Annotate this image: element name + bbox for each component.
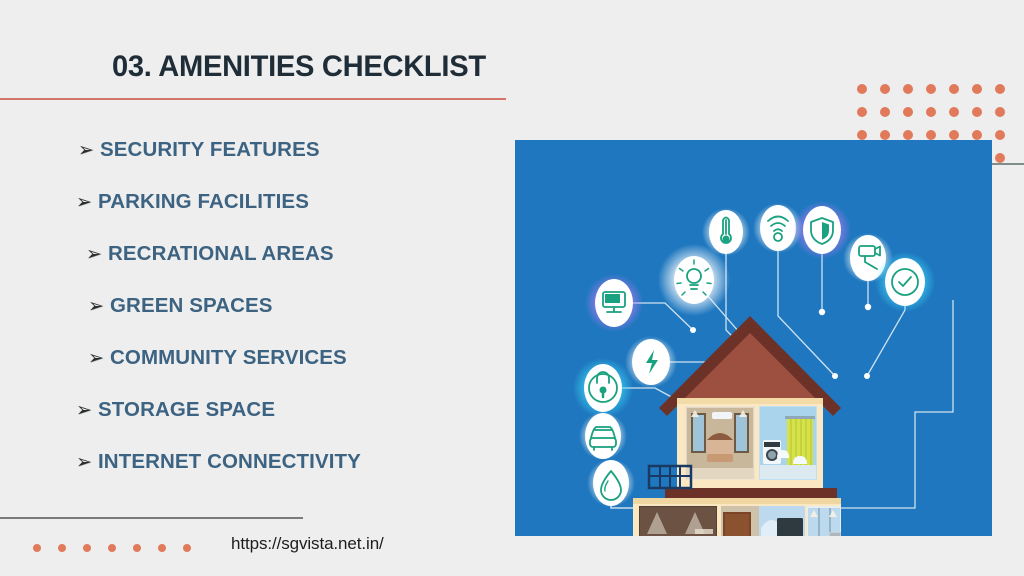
grid-dot [926,130,936,140]
title-divider [0,98,506,100]
grid-dot [926,84,936,94]
list-item-label: STORAGE SPACE [98,398,276,421]
bullet-arrow-icon: ➢ [86,243,102,265]
grid-dot [857,130,867,140]
list-item[interactable]: ➢ INTERNET CONNECTIVITY [0,436,500,488]
site-url-link[interactable]: https://sgvista.net.in/ [231,534,384,554]
list-item-label: SECURITY FEATURES [100,138,320,161]
footer-dot [108,544,116,552]
grid-dot [903,130,913,140]
right-accent-rule [992,163,1024,165]
amenities-checklist: ➢ SECURITY FEATURES ➢ PARKING FACILITIES… [0,124,500,488]
grid-dot [949,130,959,140]
footer-dot [83,544,91,552]
smart-home-illustration-panel [515,140,992,536]
bullet-arrow-icon: ➢ [76,191,92,213]
list-item[interactable]: ➢ GREEN SPACES [0,280,500,332]
list-item[interactable]: ➢ STORAGE SPACE [0,384,500,436]
bullet-arrow-icon: ➢ [76,451,92,473]
grid-dot [995,107,1005,117]
grid-dot [995,84,1005,94]
grid-dot [949,107,959,117]
list-item-label: PARKING FACILITIES [98,190,309,213]
grid-dot [995,130,1005,140]
footer-dot [33,544,41,552]
footer-dot-row [33,544,191,552]
footer-dot [183,544,191,552]
bullet-arrow-icon: ➢ [78,139,94,161]
page-title: 03. AMENITIES CHECKLIST [112,50,486,83]
grid-dot [949,84,959,94]
grid-dot [926,107,936,117]
list-item-label: RECRATIONAL AREAS [108,242,334,265]
grid-dot [972,107,982,117]
footer-dot [133,544,141,552]
grid-dot [880,130,890,140]
list-item[interactable]: ➢ PARKING FACILITIES [0,176,500,228]
grid-dot [880,107,890,117]
list-item-label: COMMUNITY SERVICES [110,346,347,369]
footer-dot [158,544,166,552]
grid-dot [972,130,982,140]
grid-dot [903,107,913,117]
list-item[interactable]: ➢ RECRATIONAL AREAS [0,228,500,280]
list-item[interactable]: ➢ SECURITY FEATURES [0,124,500,176]
footer-dot [58,544,66,552]
list-item[interactable]: ➢ COMMUNITY SERVICES [0,332,500,384]
grid-dot [903,84,913,94]
grid-dot [857,84,867,94]
grid-dot [995,153,1005,163]
list-item-label: GREEN SPACES [110,294,273,317]
bullet-arrow-icon: ➢ [76,399,92,421]
list-item-label: INTERNET CONNECTIVITY [98,450,361,473]
grid-dot [972,84,982,94]
grid-dot [880,84,890,94]
bullet-arrow-icon: ➢ [88,295,104,317]
grid-dot [857,107,867,117]
footer-divider [0,517,303,519]
bullet-arrow-icon: ➢ [88,347,104,369]
